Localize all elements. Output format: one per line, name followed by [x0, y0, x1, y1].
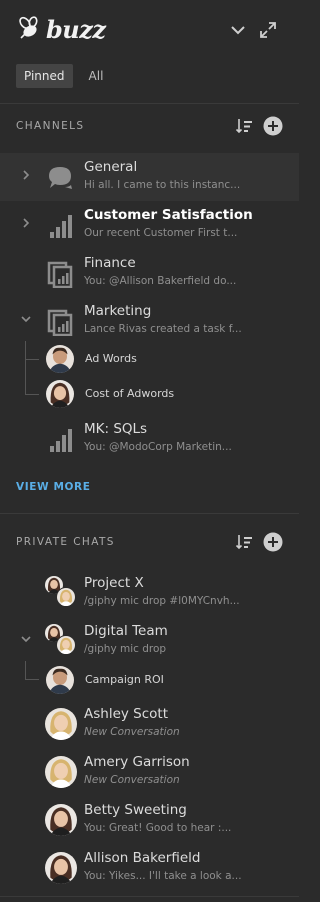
chat-title: Project X [84, 575, 144, 591]
channel-title: MK: SQLs [84, 421, 148, 437]
channel-preview: You: @ModoCorp Marketin... [84, 441, 232, 453]
private-chats-title: PRIVATE CHATS [16, 536, 115, 548]
documents-chart-icon [46, 308, 74, 336]
chat-preview: /giphy mic drop #l0MYCnvh... [84, 595, 240, 607]
channel-title: Customer Satisfaction [84, 207, 253, 223]
chat-item-amery-garrison[interactable]: Amery Garrison New Conversation [0, 748, 299, 796]
channels-header: CHANNELS [16, 116, 283, 136]
chat-subitem-campaign-roi[interactable]: Campaign ROI [0, 663, 299, 697]
subchannel-item-cost-of-adwords[interactable]: Cost of Adwords [0, 377, 299, 411]
subchannel-item-ad-words[interactable]: Ad Words [0, 342, 299, 376]
channel-item-mk-sqls[interactable]: MK: SQLs You: @ModoCorp Marketin... [0, 415, 299, 463]
avatar [56, 587, 76, 607]
chevron-right-icon[interactable] [20, 217, 32, 229]
channel-item-marketing[interactable]: Marketing Lance Rivas created a task f..… [0, 297, 299, 345]
chat-preview: New Conversation [84, 726, 180, 738]
documents-chart-icon [46, 260, 74, 288]
app-logo: buzz [16, 14, 106, 44]
channel-title: Finance [84, 255, 136, 271]
bee-icon [19, 16, 38, 39]
channel-title: Marketing [84, 303, 152, 319]
filter-tabs: Pinned All [16, 64, 111, 88]
chat-title: Betty Sweeting [84, 802, 187, 818]
add-chat-icon[interactable] [263, 532, 283, 552]
chat-preview: You: Great! Good to hear :... [84, 822, 232, 834]
chat-item-project-x[interactable]: Project X /giphy mic drop #l0MYCnvh... [0, 569, 299, 617]
avatar [46, 345, 74, 373]
avatar [56, 635, 76, 655]
chevron-down-icon[interactable] [20, 633, 32, 645]
chat-title: Ashley Scott [84, 706, 168, 722]
avatar [46, 666, 74, 694]
subchannel-title: Ad Words [85, 352, 137, 365]
expand-icon[interactable] [258, 20, 278, 40]
top-bar: buzz [0, 0, 299, 58]
channel-title: General [84, 159, 138, 175]
private-chats-header: PRIVATE CHATS [16, 532, 283, 552]
channel-item-finance[interactable]: Finance You: @Allison Bakerfield do... [0, 249, 299, 297]
chat-title: Amery Garrison [84, 754, 190, 770]
chat-preview: New Conversation [84, 774, 180, 786]
divider [0, 103, 299, 104]
logo-text: buzz [46, 14, 106, 44]
tab-pinned[interactable]: Pinned [16, 64, 73, 88]
chat-title: Allison Bakerfield [84, 850, 201, 866]
divider [0, 896, 299, 897]
chevron-down-icon[interactable] [20, 313, 32, 325]
avatar [46, 380, 74, 408]
bar-chart-icon [46, 426, 74, 454]
chat-title: Digital Team [84, 623, 168, 639]
channel-preview: Hi all. I came to this instanc... [84, 179, 241, 191]
tab-all[interactable]: All [81, 64, 112, 88]
chat-item-allison-bakerfield[interactable]: Allison Bakerfield You: Yikes... I'll ta… [0, 844, 299, 892]
bar-chart-icon [46, 212, 74, 240]
channels-title: CHANNELS [16, 120, 85, 132]
chat-preview: You: Yikes... I'll take a look a... [84, 870, 242, 882]
avatar [45, 804, 77, 836]
channel-item-general[interactable]: General Hi all. I came to this instanc..… [0, 153, 299, 201]
chat-item-digital-team[interactable]: Digital Team /giphy mic drop [0, 617, 299, 665]
channel-preview: Lance Rivas created a task f... [84, 323, 242, 335]
subchat-title: Campaign ROI [85, 673, 164, 686]
channel-preview: Our recent Customer First t... [84, 227, 238, 239]
chevron-right-icon[interactable] [20, 169, 32, 181]
chat-preview: /giphy mic drop [84, 643, 167, 655]
chat-item-ashley-scott[interactable]: Ashley Scott New Conversation [0, 700, 299, 748]
divider [0, 513, 299, 514]
avatar [45, 708, 77, 740]
avatar [45, 852, 77, 884]
chevron-down-icon[interactable] [228, 20, 248, 40]
channel-item-customer-satisfaction[interactable]: Customer Satisfaction Our recent Custome… [0, 201, 299, 249]
subchannel-title: Cost of Adwords [85, 387, 175, 400]
view-more-link[interactable]: VIEW MORE [16, 481, 90, 493]
sort-icon[interactable] [235, 117, 253, 135]
add-channel-icon[interactable] [263, 116, 283, 136]
channel-preview: You: @Allison Bakerfield do... [84, 275, 237, 287]
chat-bubble-icon [49, 167, 72, 189]
chat-item-betty-sweeting[interactable]: Betty Sweeting You: Great! Good to hear … [0, 796, 299, 844]
avatar [45, 756, 77, 788]
sort-icon[interactable] [235, 533, 253, 551]
